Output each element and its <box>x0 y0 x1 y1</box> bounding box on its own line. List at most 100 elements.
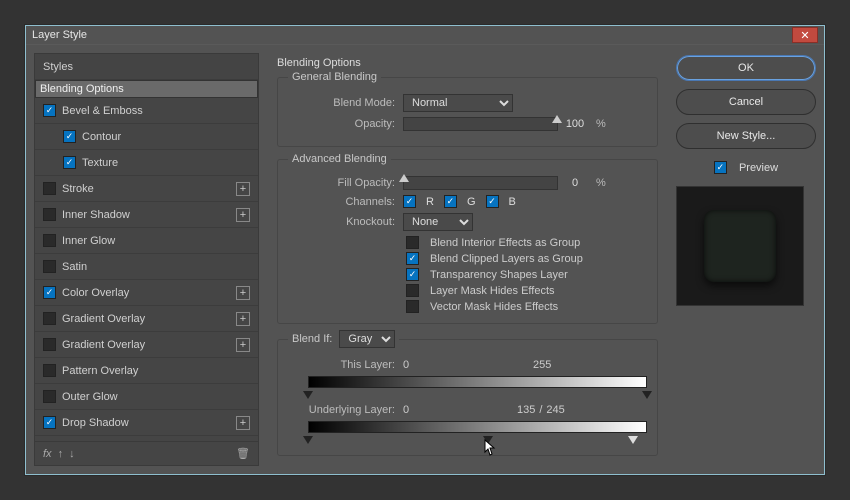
styles-item-label: Gradient Overlay <box>62 339 145 351</box>
styles-item-8[interactable]: ✓ Color Overlay + <box>35 280 258 306</box>
styles-item-6[interactable]: Inner Glow <box>35 228 258 254</box>
styles-item-label: Drop Shadow <box>62 417 129 429</box>
close-button[interactable]: ✕ <box>792 27 818 43</box>
styles-item-4[interactable]: Stroke + <box>35 176 258 202</box>
checkbox-icon[interactable] <box>43 208 56 221</box>
add-icon[interactable]: + <box>236 182 250 196</box>
fill-opacity-value[interactable]: 0 <box>558 177 592 189</box>
checkbox-icon[interactable]: ✓ <box>43 104 56 117</box>
styles-item-label: Gradient Overlay <box>62 313 145 325</box>
add-icon[interactable]: + <box>236 286 250 300</box>
checkbox-icon[interactable]: ✓ <box>63 130 76 143</box>
styles-item-label: Satin <box>62 261 87 273</box>
styles-item-label: Blending Options <box>40 83 124 95</box>
arrow-up-icon[interactable]: ↑ <box>58 448 64 460</box>
styles-item-1[interactable]: ✓ Bevel & Emboss <box>35 98 258 124</box>
checkbox-icon[interactable] <box>43 390 56 403</box>
underlying-label: Underlying Layer: <box>288 404 403 416</box>
channel-r[interactable]: ✓R <box>403 195 434 208</box>
styles-item-2[interactable]: ✓ Contour <box>35 124 258 150</box>
new-style-button[interactable]: New Style... <box>676 123 816 149</box>
fill-opacity-slider[interactable] <box>403 176 558 190</box>
ok-button[interactable]: OK <box>676 55 816 81</box>
this-layer-gradient[interactable] <box>308 376 647 388</box>
opt-transparency[interactable]: ✓Transparency Shapes Layer <box>406 268 647 281</box>
content: Styles Blending Options ✓ Bevel & Emboss ✓ C… <box>26 45 824 474</box>
channel-b[interactable]: ✓B <box>486 195 516 208</box>
styles-item-label: Stroke <box>62 183 94 195</box>
styles-list: Blending Options✓Bevel & Emboss✓Contour✓… <box>35 80 258 441</box>
arrow-down-icon[interactable]: ↓ <box>69 448 75 460</box>
add-icon[interactable]: + <box>236 338 250 352</box>
preview-thumbnail <box>676 186 804 306</box>
blend-mode-label: Blend Mode: <box>288 97 403 109</box>
close-icon: ✕ <box>800 29 809 42</box>
checkbox-icon[interactable] <box>43 364 56 377</box>
checkbox-icon[interactable] <box>43 338 56 351</box>
styles-item-label: Inner Glow <box>62 235 115 247</box>
channel-g[interactable]: ✓G <box>444 195 476 208</box>
styles-item-label: Bevel & Emboss <box>62 105 143 117</box>
add-icon[interactable]: + <box>236 208 250 222</box>
add-icon[interactable]: + <box>236 312 250 326</box>
styles-item-12[interactable]: Outer Glow <box>35 384 258 410</box>
blend-if-channel-select[interactable]: Gray <box>339 330 395 348</box>
blend-if-group: Blend If: Gray This Layer: 0255 Underlyi… <box>277 330 658 456</box>
opt-clipped[interactable]: ✓Blend Clipped Layers as Group <box>406 252 647 265</box>
titlebar[interactable]: Layer Style ✕ <box>26 26 824 45</box>
styles-item-13[interactable]: ✓ Drop Shadow + <box>35 410 258 436</box>
preview-toggle[interactable]: ✓Preview <box>676 161 816 174</box>
general-legend: General Blending <box>288 71 381 83</box>
advanced-options: Blend Interior Effects as Group ✓Blend C… <box>406 236 647 313</box>
advanced-blending-group: Advanced Blending Fill Opacity: 0 % Chan… <box>277 153 658 324</box>
styles-item-0[interactable]: Blending Options <box>35 80 258 98</box>
buttons-panel: OK Cancel New Style... ✓Preview <box>676 53 816 466</box>
checkbox-icon[interactable]: ✓ <box>63 156 76 169</box>
opt-layermask[interactable]: Layer Mask Hides Effects <box>406 284 647 297</box>
knockout-label: Knockout: <box>288 216 403 228</box>
fill-opacity-label: Fill Opacity: <box>288 177 403 189</box>
styles-item-10[interactable]: Gradient Overlay + <box>35 332 258 358</box>
channels-label: Channels: <box>288 196 403 208</box>
blend-mode-select[interactable]: Normal <box>403 94 513 112</box>
styles-header[interactable]: Styles <box>35 54 258 80</box>
fx-icon[interactable]: fx <box>43 448 52 460</box>
dialog-title: Layer Style <box>32 29 792 41</box>
opacity-label: Opacity: <box>288 118 403 130</box>
checkbox-icon[interactable]: ✓ <box>43 286 56 299</box>
opt-vectormask[interactable]: Vector Mask Hides Effects <box>406 300 647 313</box>
this-layer-label: This Layer: <box>288 359 403 371</box>
checkbox-icon[interactable] <box>43 182 56 195</box>
underlying-gradient[interactable] <box>308 421 647 433</box>
trash-icon[interactable]: 🗑 <box>236 447 250 460</box>
knockout-select[interactable]: None <box>403 213 473 231</box>
opacity-slider[interactable] <box>403 117 558 131</box>
styles-item-label: Color Overlay <box>62 287 129 299</box>
styles-item-3[interactable]: ✓ Texture <box>35 150 258 176</box>
opacity-value[interactable]: 100 <box>558 118 592 130</box>
styles-item-label: Contour <box>82 131 121 143</box>
styles-panel: Styles Blending Options ✓ Bevel & Emboss ✓ C… <box>34 53 259 466</box>
options-panel: Blending Options General Blending Blend … <box>267 53 668 466</box>
checkbox-icon[interactable]: ✓ <box>43 416 56 429</box>
styles-item-label: Inner Shadow <box>62 209 130 221</box>
styles-item-5[interactable]: Inner Shadow + <box>35 202 258 228</box>
checkbox-icon[interactable] <box>43 260 56 273</box>
section-title: Blending Options <box>277 57 658 69</box>
checkbox-icon[interactable] <box>43 234 56 247</box>
styles-item-label: Pattern Overlay <box>62 365 138 377</box>
styles-item-label: Texture <box>82 157 118 169</box>
styles-item-label: Outer Glow <box>62 391 118 403</box>
styles-item-7[interactable]: Satin <box>35 254 258 280</box>
advanced-legend: Advanced Blending <box>288 153 391 165</box>
add-icon[interactable]: + <box>236 416 250 430</box>
styles-item-11[interactable]: Pattern Overlay <box>35 358 258 384</box>
preview-swatch <box>704 210 776 282</box>
checkbox-icon[interactable] <box>43 312 56 325</box>
layer-style-dialog: Layer Style ✕ Styles Blending Options ✓ Be… <box>25 25 825 475</box>
general-blending-group: General Blending Blend Mode: Normal Opac… <box>277 71 658 147</box>
cancel-button[interactable]: Cancel <box>676 89 816 115</box>
opt-interior[interactable]: Blend Interior Effects as Group <box>406 236 647 249</box>
blend-if-legend: Blend If: Gray <box>288 330 399 348</box>
styles-item-9[interactable]: Gradient Overlay + <box>35 306 258 332</box>
